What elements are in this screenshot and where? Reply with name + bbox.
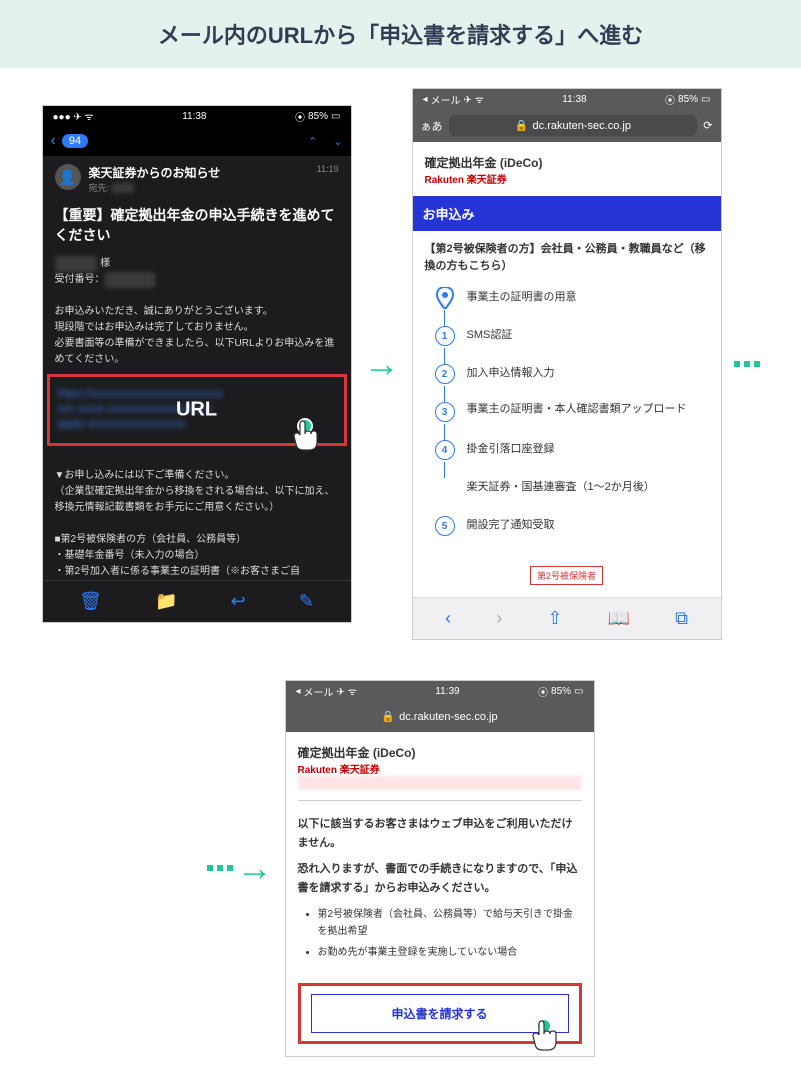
forward-icon[interactable]: ›	[496, 608, 502, 629]
reload-icon[interactable]: ⟳	[703, 119, 712, 132]
steps-list: 事業主の証明書の用意 1SMS認証 2加入申込情報入力 3事業主の証明書・本人確…	[425, 288, 709, 536]
section-header: お申込み	[413, 196, 721, 231]
phone-web-request-screenshot: ◂メール ✈ ᯤ 11:39 ⦿ 85% ▭ 🔒dc.rakuten-sec.c…	[285, 680, 595, 1057]
share-icon[interactable]: ⇧	[547, 608, 562, 629]
tabs-icon[interactable]: ⧉	[675, 608, 688, 629]
arrow-dashed-icon	[734, 361, 760, 367]
email-header: 👤 楽天証券からのお知らせ 宛先: xxxxx 11:19	[43, 156, 351, 202]
url-field[interactable]: 🔒dc.rakuten-sec.co.jp	[367, 707, 511, 726]
mail-toolbar: 🗑 📁 ↩ ✎	[43, 580, 351, 622]
status-bar: ●●● ✈ ᯤ 11:38 ⦿ 85% ▭	[43, 106, 351, 126]
pin-icon	[435, 288, 455, 308]
unread-badge: 94	[62, 134, 88, 148]
web-content: 確定拠出年金 (iDeCo) Rakuten 楽天証券 お申込み 【第2号被保険…	[413, 142, 721, 597]
email-time: 11:19	[317, 164, 339, 174]
url-label: URL	[176, 398, 217, 421]
redacted-bar	[298, 776, 582, 790]
email-body: xxxx xxxx 様 受付番号：xxxxxxxxxx お申込みいただき、誠にあ…	[43, 256, 351, 368]
url-field[interactable]: 🔒dc.rakuten-sec.co.jp	[449, 115, 698, 136]
status-time: 11:38	[562, 94, 586, 105]
phone-mail-screenshot: ●●● ✈ ᯤ 11:38 ⦿ 85% ▭ ‹ 94 ⌃ ⌄ 👤 楽天証券からの…	[42, 105, 352, 622]
tap-hand-icon	[531, 1018, 565, 1061]
page-title: 確定拠出年金 (iDeCo)	[298, 744, 582, 761]
reply-icon[interactable]: ↩	[231, 591, 246, 612]
folder-icon[interactable]: 📁	[155, 591, 177, 612]
web-content: 確定拠出年金 (iDeCo) Rakuten 楽天証券 以下に該当するお客さまは…	[286, 732, 594, 1056]
bookmarks-icon[interactable]: 📖	[608, 608, 630, 629]
status-bar: ◂メール ✈ ᯤ 11:38 ⦿ 85% ▭	[413, 89, 721, 109]
back-icon[interactable]: ‹	[445, 608, 451, 629]
safari-urlbar: 🔒dc.rakuten-sec.co.jp	[286, 701, 594, 732]
tap-hand-icon	[292, 418, 326, 461]
back-chevron-icon[interactable]: ‹	[51, 132, 56, 150]
status-bar: ◂メール ✈ ᯤ 11:39 ⦿ 85% ▭	[286, 681, 594, 701]
email-subject: 【重要】確定拠出年金の申込手続きを進めてください	[43, 202, 351, 255]
down-chevron-icon[interactable]: ⌄	[333, 135, 342, 148]
brand-label: Rakuten 楽天証券	[298, 761, 582, 776]
status-time: 11:38	[182, 111, 206, 122]
trash-icon[interactable]: 🗑	[79, 591, 102, 612]
safari-urlbar: ぁあ 🔒dc.rakuten-sec.co.jp ⟳	[413, 109, 721, 142]
request-button-highlight: 申込書を請求する	[298, 983, 582, 1044]
arrow-right-icon: →	[364, 343, 400, 385]
addressee-label: 宛先: xxxxx	[89, 181, 221, 194]
up-chevron-icon[interactable]: ⌃	[308, 135, 317, 148]
page-title: 確定拠出年金 (iDeCo)	[425, 154, 709, 171]
avatar-icon: 👤	[55, 164, 81, 190]
email-body-continued: ▼お申し込みには以下ご準備ください。 （企業型確定拠出年金から移換をされる場合は…	[43, 452, 351, 580]
text-size-icon[interactable]: ぁあ	[421, 118, 443, 134]
category-title: 【第2号被保険者の方】会社員・公務員・教職員など（移換の方もこちら）	[425, 241, 709, 274]
brand-label: Rakuten 楽天証券	[425, 171, 709, 186]
url-highlight-box[interactable]: https://xxxxxxxxxxxxxxxxxxxxxxxxxxx xxxx…	[47, 374, 347, 446]
notice-box: 以下に該当するお客さまはウェブ申込をご利用いただけません。 恐れ入りますが、書面…	[298, 811, 582, 973]
status-time: 11:39	[435, 686, 459, 697]
instruction-banner: メール内のURLから「申込書を請求する」へ進む	[0, 0, 801, 68]
sender-name: 楽天証券からのお知らせ	[89, 164, 221, 181]
mail-navbar: ‹ 94 ⌃ ⌄	[43, 126, 351, 156]
safari-toolbar: ‹ › ⇧ 📖 ⧉	[413, 597, 721, 639]
category-tag: 第2号被保険者	[530, 566, 603, 585]
phone-web-steps-screenshot: ◂メール ✈ ᯤ 11:38 ⦿ 85% ▭ ぁあ 🔒dc.rakuten-se…	[412, 88, 722, 640]
arrow-dashed-icon: →	[207, 847, 273, 889]
compose-icon[interactable]: ✎	[299, 591, 314, 612]
